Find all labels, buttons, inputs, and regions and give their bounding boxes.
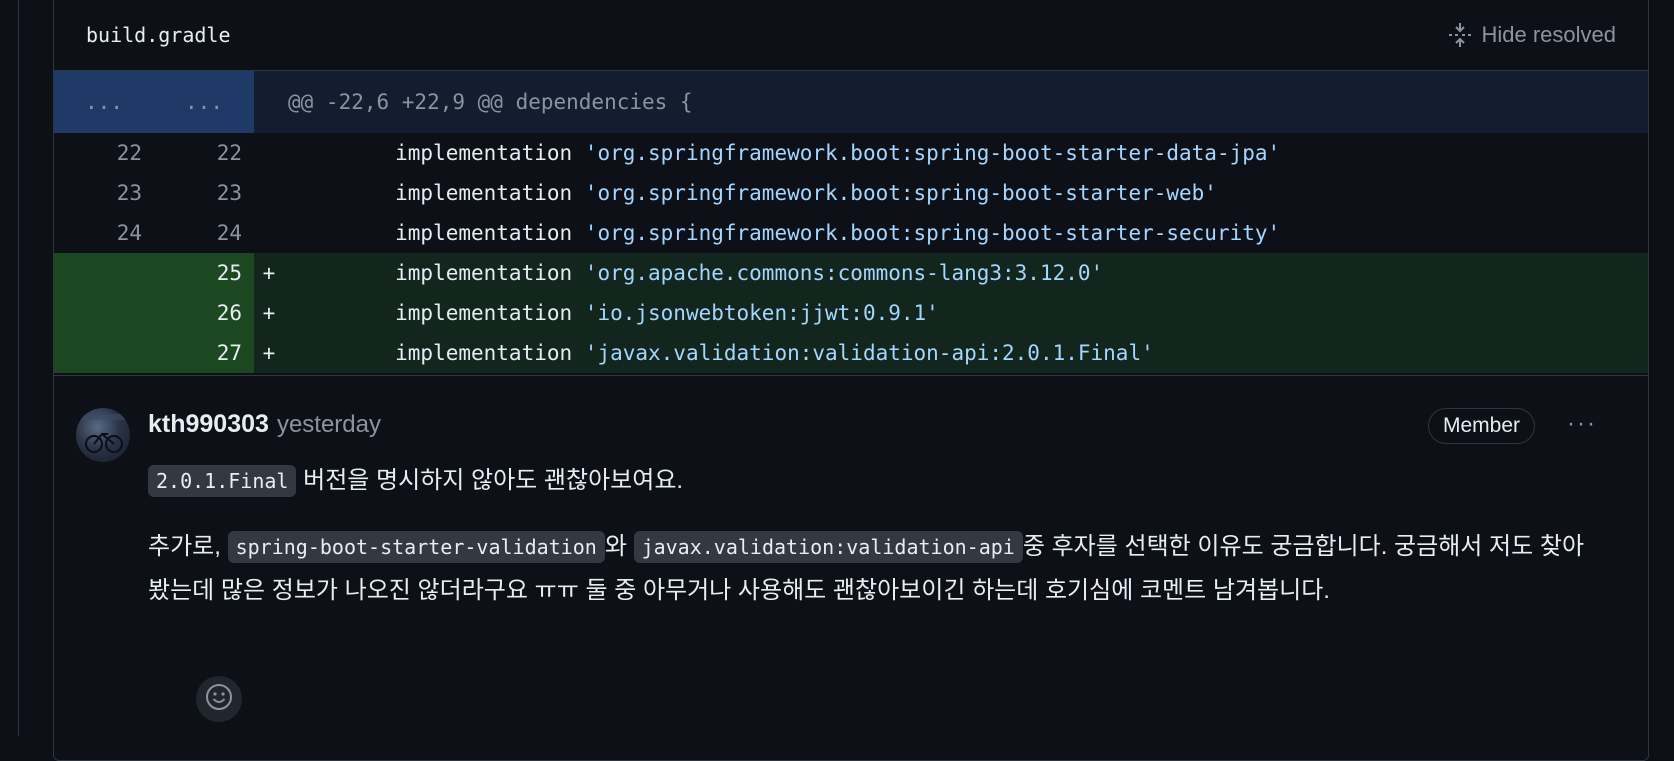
hide-resolved-label: Hide resolved (1481, 22, 1616, 47)
old-line-number[interactable]: 22 (54, 133, 154, 173)
diff-added-row: 27 + implementation 'javax.validation:val… (54, 333, 1648, 373)
fold-icon (1447, 21, 1473, 49)
paragraph-text: 와 (604, 533, 634, 560)
inline-code: spring-boot-starter-validation (227, 531, 605, 563)
paragraph-text: 버전을 명시하지 않아도 괜찮아보여요. (296, 467, 684, 494)
smiley-icon (205, 683, 233, 716)
code-string: 'io.jsonwebtoken:jjwt:0.9.1' (584, 301, 939, 325)
code-line: implementation 'org.apache.commons:commo… (284, 261, 1103, 285)
diff-marker: + (262, 301, 276, 325)
code-string: 'javax.validation:validation-api:2.0.1.F… (584, 341, 1154, 365)
code-keyword: implementation (294, 181, 585, 205)
code-string: 'org.springframework.boot:spring-boot-st… (584, 181, 1217, 205)
code-keyword: implementation (294, 141, 585, 165)
old-line-number[interactable] (54, 253, 154, 293)
member-badge: Member (1428, 408, 1536, 444)
comment-body: 2.0.1.Final 버전을 명시하지 않아도 괜찮아보여요. 추가로, sp… (148, 459, 1598, 635)
hunk-header-text: @@ -22,6 +22,9 @@ dependencies { (288, 90, 693, 114)
diff-added-row: 25 + implementation 'org.apache.commons:c… (54, 253, 1648, 293)
file-header: build.gradle Hide resolved (54, 0, 1648, 71)
inline-code: 2.0.1.Final (148, 465, 297, 497)
code-line: implementation 'org.springframework.boot… (284, 221, 1280, 245)
file-name[interactable]: build.gradle (86, 23, 231, 47)
code-line: implementation 'javax.validation:validat… (284, 341, 1154, 365)
new-line-number[interactable]: 26 (154, 293, 254, 333)
hunk-header-row: ... ... @@ -22,6 +22,9 @@ dependencies { (54, 71, 1648, 133)
comment-options-button[interactable]: ··· (1567, 410, 1597, 438)
code-keyword: implementation (294, 221, 585, 245)
avatar[interactable] (76, 408, 130, 462)
left-rail (0, 0, 19, 736)
expand-down-button[interactable]: ... (154, 71, 254, 133)
new-line-number[interactable]: 23 (154, 173, 254, 213)
diff-context-row: 23 23 implementation 'org.springframework… (54, 173, 1648, 213)
expand-up-button[interactable]: ... (54, 71, 154, 133)
code-keyword: implementation (294, 301, 585, 325)
old-line-number[interactable]: 23 (54, 173, 154, 213)
diff-file-card: build.gradle Hide resolved ... ... @@ -2… (53, 0, 1649, 761)
old-line-number[interactable] (54, 293, 154, 333)
comment-paragraph-2: 추가로, spring-boot-starter-validation 와 jav… (148, 525, 1598, 613)
code-line: implementation 'io.jsonwebtoken:jjwt:0.9… (284, 301, 939, 325)
new-line-number[interactable]: 22 (154, 133, 254, 173)
hide-resolved-button[interactable]: Hide resolved (1447, 21, 1616, 49)
code-string: 'org.springframework.boot:spring-boot-st… (584, 221, 1281, 245)
diff-added-row: 26 + implementation 'io.jsonwebtoken:jjwt… (54, 293, 1648, 333)
code-keyword: implementation (294, 261, 585, 285)
code-string: 'org.apache.commons:commons-lang3:3.12.0… (584, 261, 1104, 285)
comment-meta: kth990303 yesterday (148, 410, 381, 439)
diff-context-row: 24 24 implementation 'org.springframework… (54, 213, 1648, 253)
old-line-number[interactable]: 24 (54, 213, 154, 253)
comment-timestamp[interactable]: yesterday (277, 411, 381, 439)
old-line-number[interactable] (54, 333, 154, 373)
comment-paragraph-1: 2.0.1.Final 버전을 명시하지 않아도 괜찮아보여요. (148, 459, 1598, 503)
review-comment: kth990303 yesterday Member ··· 2.0.1.Fin… (54, 375, 1648, 760)
diff-marker: + (262, 341, 276, 365)
code-line: implementation 'org.springframework.boot… (284, 141, 1280, 165)
new-line-number[interactable]: 24 (154, 213, 254, 253)
add-reaction-button[interactable] (196, 676, 242, 722)
author-link[interactable]: kth990303 (148, 410, 269, 439)
code-string: 'org.springframework.boot:spring-boot-st… (584, 141, 1281, 165)
diff-table: ... ... @@ -22,6 +22,9 @@ dependencies {… (54, 71, 1648, 373)
code-keyword: implementation (294, 341, 585, 365)
new-line-number[interactable]: 25 (154, 253, 254, 293)
paragraph-text: 추가로, (148, 533, 228, 560)
diff-context-row: 22 22 implementation 'org.springframework… (54, 133, 1648, 173)
diff-marker: + (262, 261, 276, 285)
new-line-number[interactable]: 27 (154, 333, 254, 373)
code-line: implementation 'org.springframework.boot… (284, 181, 1217, 205)
inline-code: javax.validation:validation-api (633, 531, 1023, 563)
